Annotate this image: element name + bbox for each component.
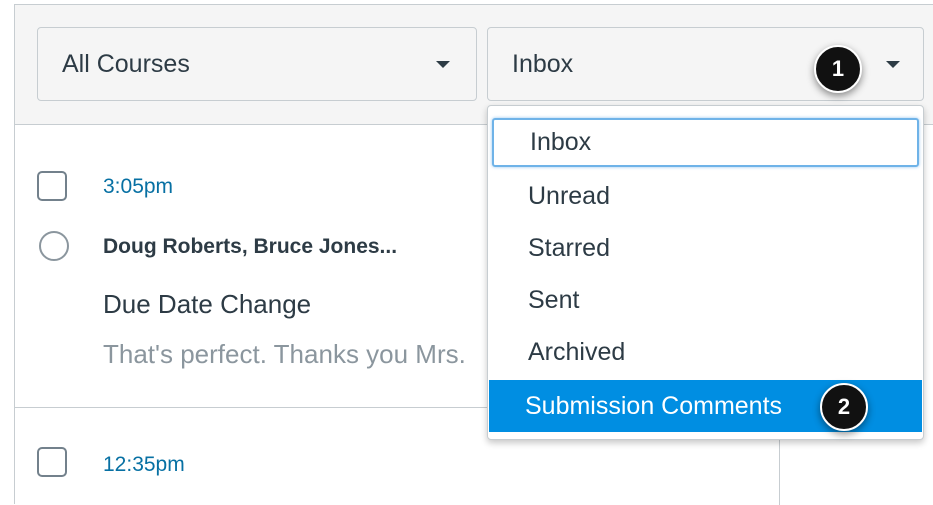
message-checkbox[interactable]	[37, 447, 67, 477]
course-filter-value: All Courses	[62, 49, 190, 78]
unread-indicator[interactable]	[39, 231, 69, 261]
conversations-panel: All Courses Inbox 3:05pm Doug Roberts, B…	[14, 4, 933, 505]
caret-down-icon	[436, 61, 450, 68]
mailbox-filter-value: Inbox	[512, 49, 574, 78]
caret-down-icon	[886, 61, 900, 68]
course-filter-select[interactable]: All Courses	[37, 27, 477, 101]
message-checkbox[interactable]	[37, 171, 67, 201]
menu-option-sent[interactable]: Sent	[492, 276, 919, 325]
step-callout-1: 1	[814, 45, 862, 93]
message-participants: Doug Roberts, Bruce Jones...	[103, 235, 398, 258]
menu-option-starred[interactable]: Starred	[492, 224, 919, 273]
message-time: 12:35pm	[103, 453, 185, 476]
menu-option-unread[interactable]: Unread	[492, 172, 919, 221]
message-time: 3:05pm	[103, 175, 174, 198]
message-subject: Due Date Change	[103, 289, 312, 319]
message-preview: That's perfect. Thanks you Mrs. Jones	[103, 339, 473, 369]
menu-option-archived[interactable]: Archived	[492, 328, 919, 377]
menu-option-inbox[interactable]: Inbox	[492, 118, 919, 167]
step-callout-2: 2	[820, 383, 868, 431]
